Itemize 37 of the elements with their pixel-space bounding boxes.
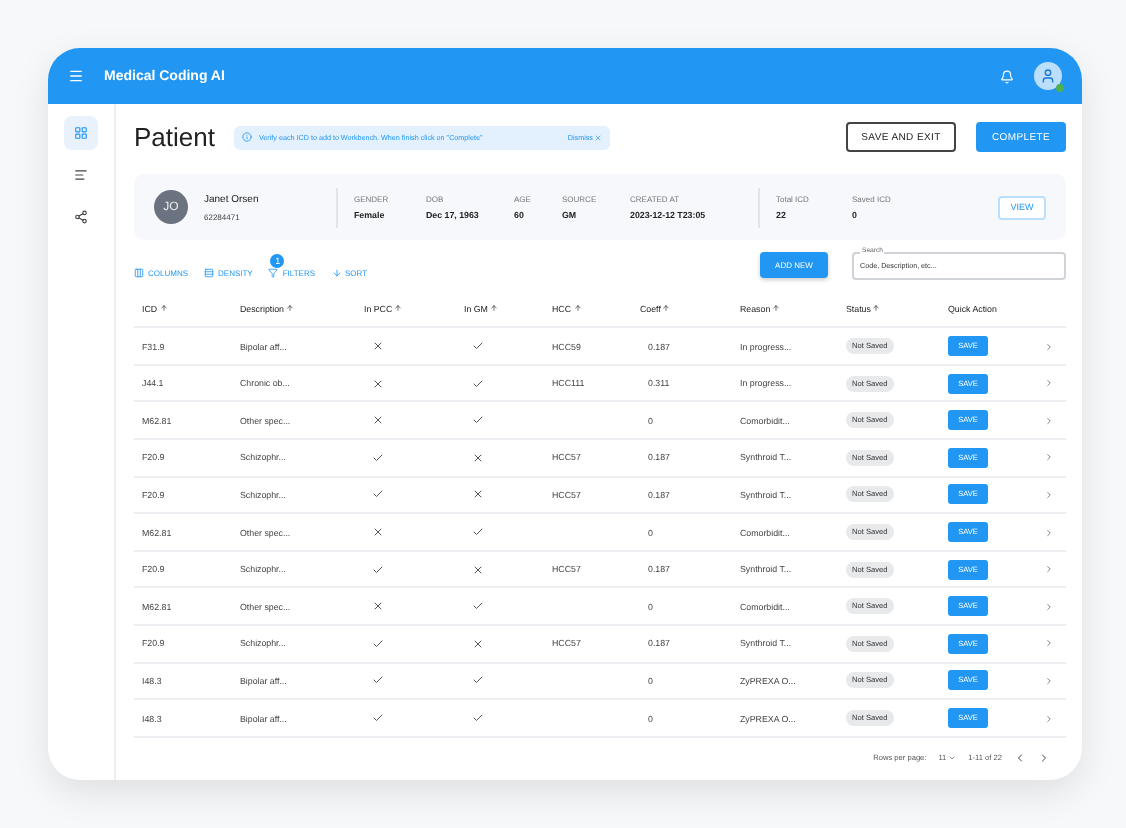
sort-arrow-icon xyxy=(159,304,168,313)
chevron-right-icon[interactable] xyxy=(1044,675,1054,686)
chevron-left-icon xyxy=(1014,752,1026,765)
share-icon xyxy=(74,210,88,224)
chevron-right-icon[interactable] xyxy=(1044,527,1054,538)
sort-arrow-icon xyxy=(573,304,582,313)
next-page-button[interactable] xyxy=(1038,752,1050,765)
chevron-right-icon[interactable] xyxy=(1044,638,1054,649)
chevron-right-icon[interactable] xyxy=(1044,341,1054,351)
user-icon xyxy=(1040,68,1056,84)
bell-icon[interactable] xyxy=(1000,69,1014,83)
chevron-right-icon[interactable] xyxy=(1044,601,1054,612)
menu-icon[interactable] xyxy=(68,68,84,84)
sort-arrow-icon xyxy=(872,304,881,313)
info-icon xyxy=(242,132,253,143)
sort-arrow-icon xyxy=(489,304,498,313)
density-icon xyxy=(204,267,215,278)
previous-page-button[interactable] xyxy=(1014,752,1026,765)
sort-arrow-icon xyxy=(285,304,294,313)
grid-icon xyxy=(74,126,88,140)
chevron-right-icon[interactable] xyxy=(1044,452,1054,463)
chevron-right-icon[interactable] xyxy=(1044,489,1054,500)
sort-arrow-icon xyxy=(772,304,781,313)
columns-icon xyxy=(134,267,144,278)
chevron-right-icon xyxy=(1038,752,1050,765)
sort-arrow-icon xyxy=(394,304,403,313)
chevron-right-icon[interactable] xyxy=(1044,564,1054,575)
page-title: Patient xyxy=(134,122,215,153)
arrow-down-icon xyxy=(331,267,342,278)
list-icon xyxy=(74,168,88,182)
chevron-right-icon[interactable] xyxy=(1044,713,1054,724)
sort-arrow-icon xyxy=(662,304,671,313)
sidebar-item[interactable] xyxy=(64,116,98,150)
chevron-right-icon[interactable] xyxy=(1044,378,1054,389)
filter-icon xyxy=(268,267,279,278)
user-avatar[interactable] xyxy=(1034,62,1062,90)
chevron-right-icon[interactable] xyxy=(1044,415,1054,426)
